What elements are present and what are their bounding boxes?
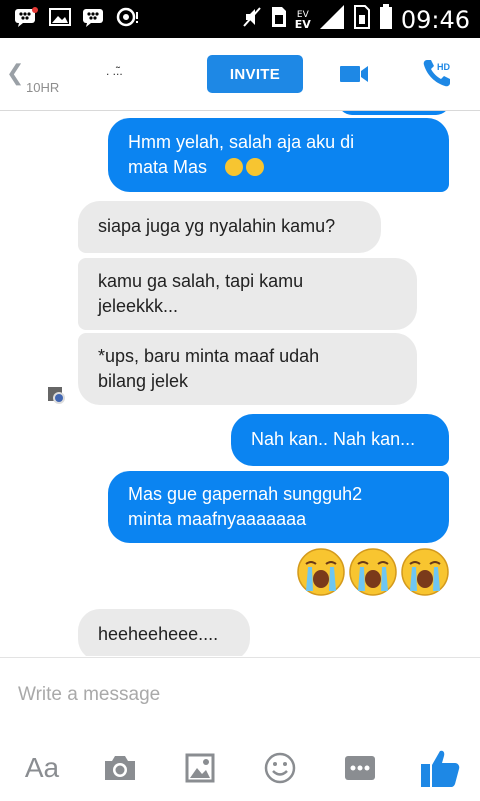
bbm-notification-icon xyxy=(14,6,38,28)
message-text: mata Mas xyxy=(128,157,208,177)
voicemail-icon xyxy=(116,6,140,28)
gallery-icon[interactable] xyxy=(182,746,218,790)
video-call-icon[interactable] xyxy=(338,60,370,93)
bbm-icon xyxy=(82,6,106,28)
message-bubble-incoming[interactable]: siapa juga yg nyalahin kamu? xyxy=(78,201,381,253)
message-text: siapa juga yg nyalahin kamu? xyxy=(98,216,336,236)
signal-icon xyxy=(319,4,345,35)
message-text: kamu ga salah, tapi kamu xyxy=(98,271,304,291)
message-text: Nah kan.. Nah kan... xyxy=(251,429,416,449)
message-bubble-outgoing[interactable]: Hmm yelah, salah aja aku di mata Mas xyxy=(108,118,449,192)
invite-button[interactable]: INVITE xyxy=(207,55,303,93)
message-bubble-incoming[interactable]: kamu ga salah, tapi kamu jeleekkk... xyxy=(78,258,417,330)
back-arrow-icon[interactable]: ❮ xyxy=(6,60,24,86)
crying-emoji-icon xyxy=(297,548,345,596)
text-style-button[interactable]: Aa xyxy=(22,746,62,790)
message-text: Mas gue gapernah sungguh2 xyxy=(128,484,363,504)
gallery-icon xyxy=(48,6,72,28)
contact-name[interactable]: . .̃.. xyxy=(106,64,123,78)
sender-avatar[interactable] xyxy=(46,385,66,410)
network-type: EV EV xyxy=(294,10,311,31)
sim-icon xyxy=(271,6,287,33)
message-text: heeheeheee.... xyxy=(98,624,219,644)
pensive-emoji-icon xyxy=(222,157,265,177)
message-text: *ups, baru minta maaf udah xyxy=(98,346,320,366)
composer: Write a message Aa xyxy=(0,657,480,801)
message-list[interactable]: Hmm yelah, salah aja aku di mata Mas sia… xyxy=(0,111,480,656)
back-label[interactable]: 10HR xyxy=(26,80,59,95)
message-bubble-incoming[interactable]: *ups, baru minta maaf udah bilang jelek xyxy=(78,333,417,405)
composer-toolbar: Aa xyxy=(0,746,480,790)
message-bubble-outgoing[interactable]: Mas gue gapernah sungguh2 minta maafnyaa… xyxy=(108,471,449,543)
like-thumbs-up-icon[interactable] xyxy=(418,746,462,790)
battery-icon xyxy=(379,4,393,35)
sim-icon-2 xyxy=(353,4,371,35)
message-bubble-partial xyxy=(338,111,450,115)
mute-icon xyxy=(241,5,263,34)
emoji-message[interactable] xyxy=(296,547,450,597)
camera-icon[interactable] xyxy=(100,746,140,790)
hd-badge: HD xyxy=(437,62,450,72)
network-label-2: EV xyxy=(294,17,311,31)
message-text: bilang jelek xyxy=(98,371,189,391)
conversation-header: ❮ 10HR . .̃.. INVITE HD xyxy=(0,38,480,111)
message-bubble-outgoing[interactable]: Nah kan.. Nah kan... xyxy=(231,414,449,466)
status-bar: EV EV 09:46 xyxy=(0,0,480,38)
message-text: jeleekkk... xyxy=(98,296,179,316)
message-text: Hmm yelah, salah aja aku di xyxy=(128,132,355,152)
emoji-icon[interactable] xyxy=(262,746,298,790)
message-bubble-incoming[interactable]: heeheeheee.... xyxy=(78,609,250,656)
clock: 09:46 xyxy=(400,5,470,34)
message-input[interactable]: Write a message xyxy=(18,684,160,706)
message-text: minta maafnyaaaaaaa xyxy=(128,509,307,529)
more-options-icon[interactable] xyxy=(342,746,378,790)
